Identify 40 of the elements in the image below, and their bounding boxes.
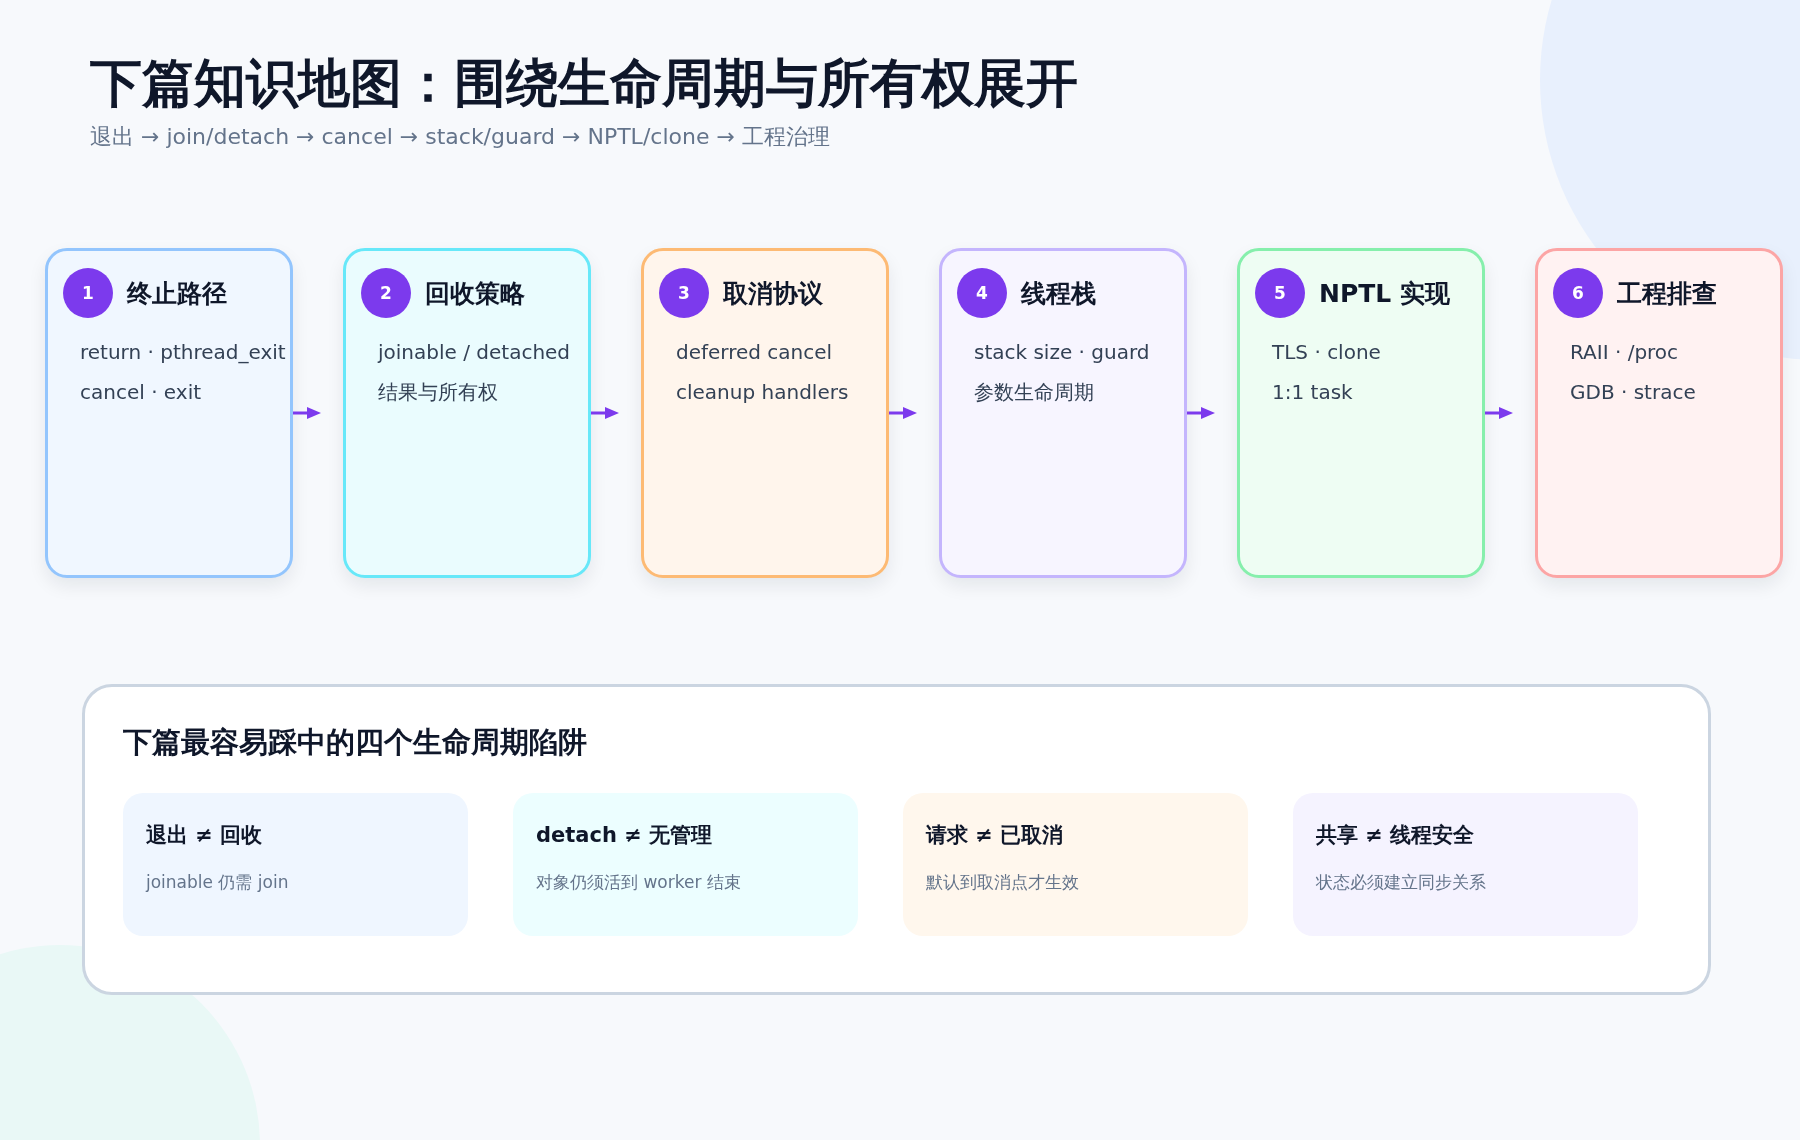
step-text: 结果与所有权 bbox=[377, 379, 499, 406]
step-number-badge: 6 bbox=[1553, 268, 1603, 318]
arrow-icon bbox=[1187, 406, 1215, 420]
panel-title: 下篇最容易踩中的四个生命周期陷阱 bbox=[123, 724, 588, 761]
page-subtitle: 退出 → join/detach → cancel → stack/guard → NPTL/clone → 工程治理 bbox=[90, 123, 831, 151]
step-title: 终止路径 bbox=[127, 277, 227, 310]
pitfall-title: 共享 ≠ 线程安全 bbox=[1316, 822, 1476, 849]
step-number-badge: 1 bbox=[63, 268, 113, 318]
step-title: 工程排查 bbox=[1617, 277, 1717, 310]
step-number-badge: 5 bbox=[1255, 268, 1305, 318]
step-number-badge: 3 bbox=[659, 268, 709, 318]
page-title: 下篇知识地图：围绕生命周期与所有权展开 bbox=[90, 52, 1079, 115]
step-text: 1:1 task bbox=[1271, 379, 1354, 406]
step-number-badge: 4 bbox=[957, 268, 1007, 318]
arrow-icon bbox=[1485, 406, 1513, 420]
step-text: cleanup handlers bbox=[675, 379, 850, 406]
arrow-icon bbox=[293, 406, 321, 420]
pitfall-note: 默认到取消点才生效 bbox=[926, 871, 1080, 894]
step-text: TLS · clone bbox=[1271, 339, 1382, 366]
step-text: 参数生命周期 bbox=[973, 379, 1095, 406]
pitfall-note: 对象仍须活到 worker 结束 bbox=[536, 871, 742, 894]
pitfall-title: 请求 ≠ 已取消 bbox=[926, 822, 1065, 849]
step-text: RAII · /proc bbox=[1569, 339, 1680, 366]
step-number-badge: 2 bbox=[361, 268, 411, 318]
arrow-icon bbox=[591, 406, 619, 420]
step-text: joinable / detached bbox=[376, 339, 572, 366]
pitfall-note: joinable 仍需 join bbox=[146, 871, 290, 894]
step-text: cancel · exit bbox=[79, 379, 203, 406]
pitfall-note: 状态必须建立同步关系 bbox=[1316, 871, 1487, 894]
step-text: return · pthread_exit bbox=[79, 339, 287, 366]
pitfall-title: 退出 ≠ 回收 bbox=[146, 822, 264, 849]
arrow-icon bbox=[889, 406, 917, 420]
step-title: NPTL 实现 bbox=[1319, 277, 1450, 310]
pitfall-title: detach ≠ 无管理 bbox=[536, 822, 714, 849]
step-text: deferred cancel bbox=[675, 339, 834, 366]
step-text: GDB · strace bbox=[1569, 379, 1697, 406]
step-text: stack size · guard bbox=[973, 339, 1151, 366]
step-title: 回收策略 bbox=[425, 277, 525, 310]
step-title: 线程栈 bbox=[1021, 277, 1096, 310]
step-title: 取消协议 bbox=[723, 277, 823, 310]
